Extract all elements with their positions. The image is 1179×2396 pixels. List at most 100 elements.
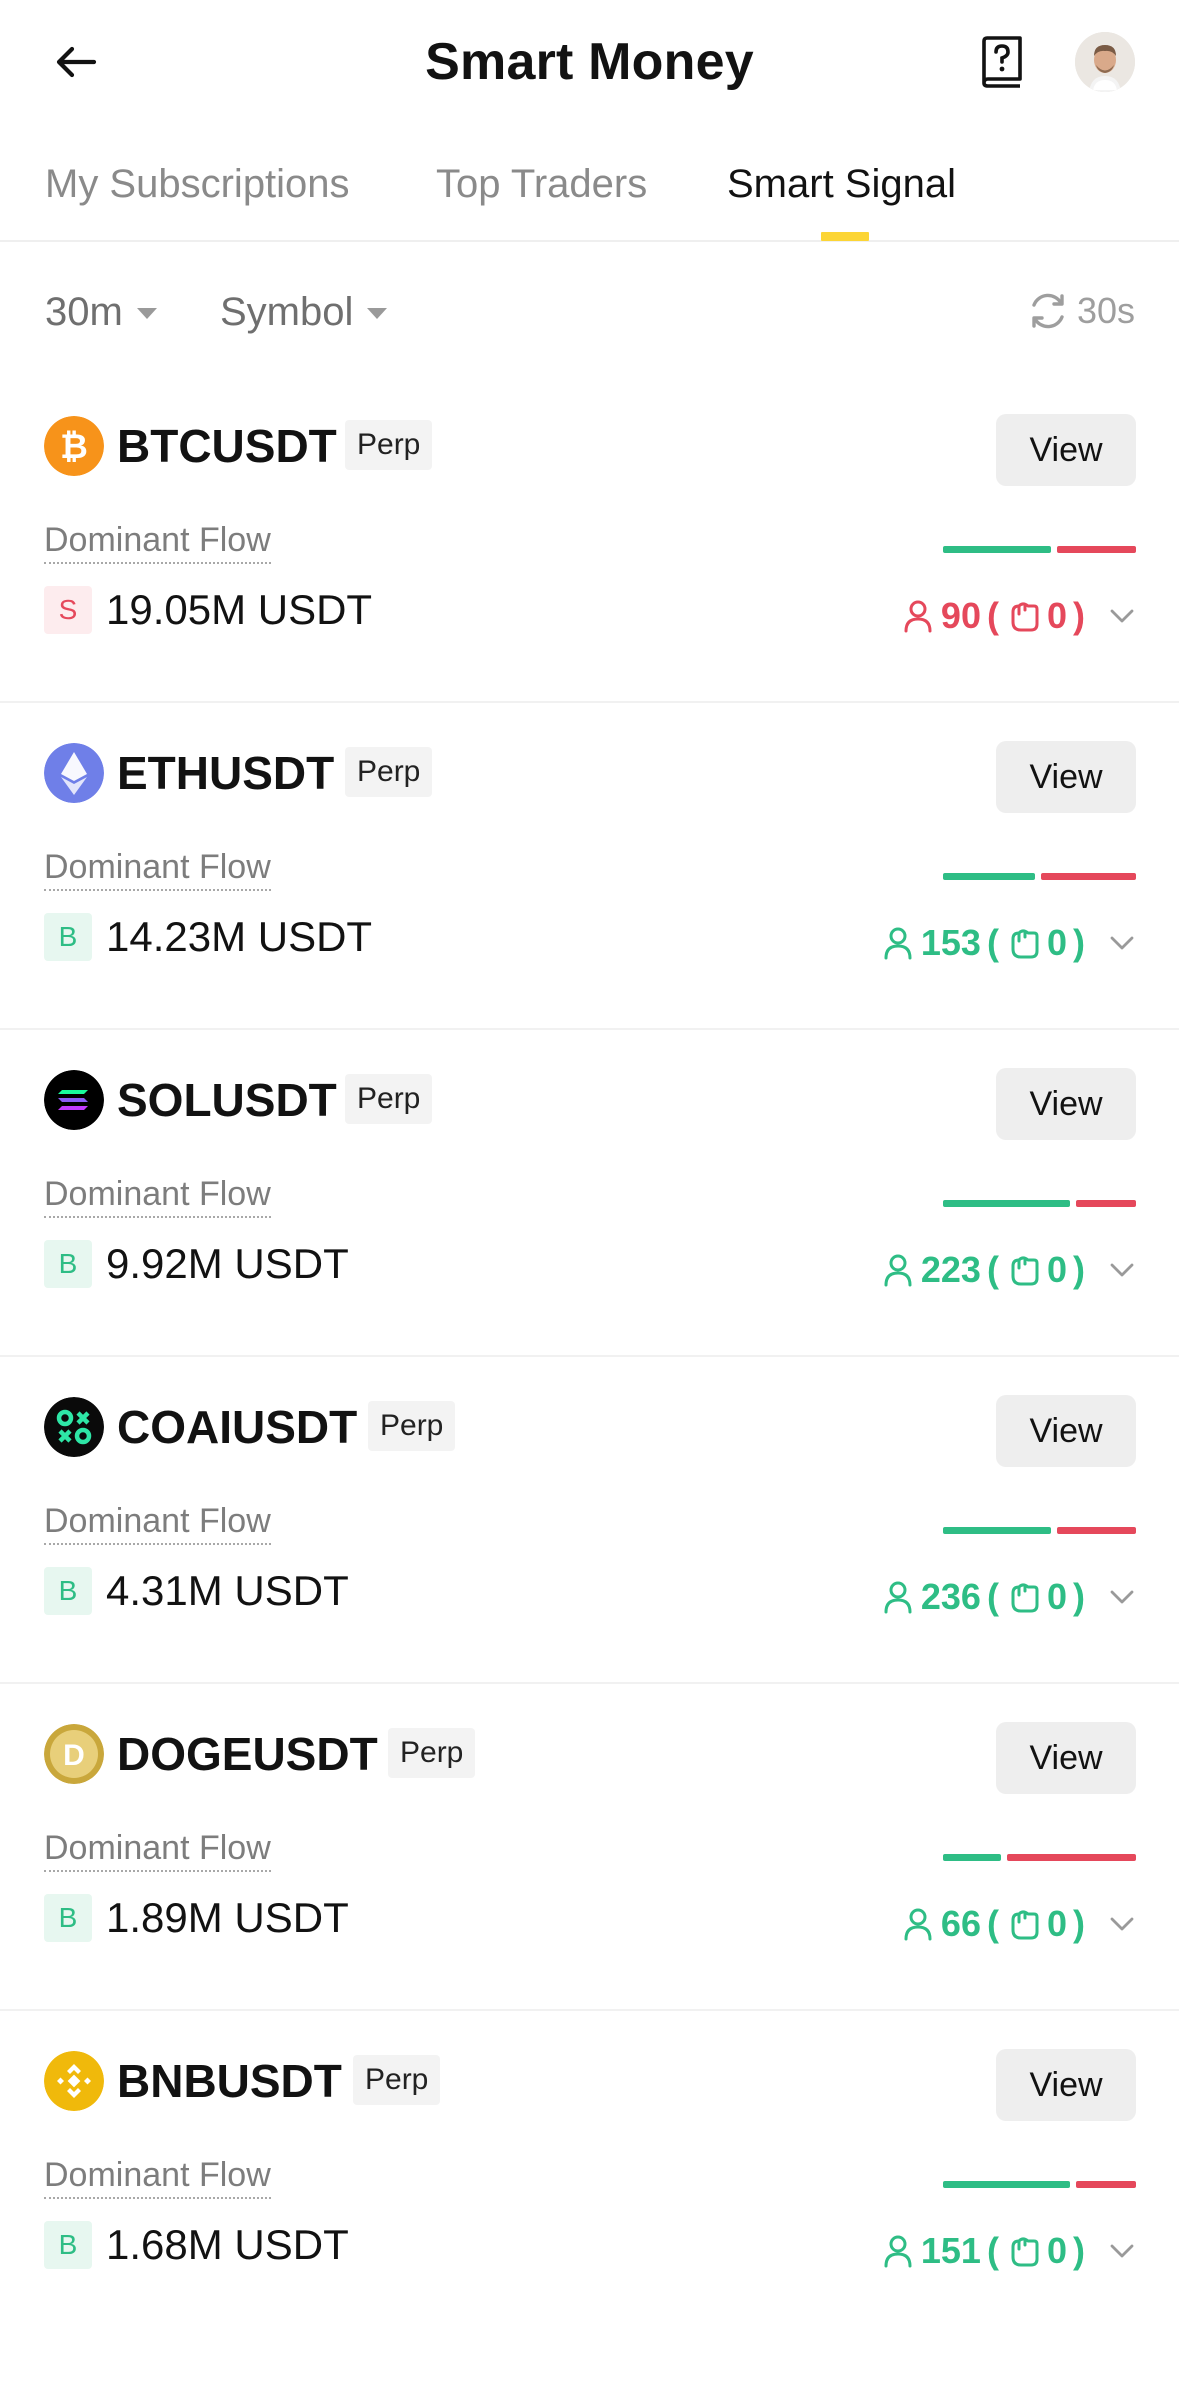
perp-badge: Perp (345, 747, 433, 797)
flow-ratio-bar (943, 1527, 1136, 1534)
view-button[interactable]: View (996, 1068, 1136, 1140)
perp-badge: Perp (388, 1728, 476, 1778)
refresh-button[interactable]: 30s (1025, 288, 1135, 334)
caret-down-icon (367, 308, 388, 319)
trader-count-toggle[interactable]: 90(0) (903, 586, 1135, 646)
person-icon (904, 1908, 932, 1941)
dominant-flow-label[interactable]: Dominant Flow (44, 1826, 271, 1872)
hand-icon (1011, 1910, 1039, 1940)
hand-count: 0 (1046, 922, 1067, 963)
flow-buy-segment (943, 873, 1035, 880)
flow-ratio-bar (943, 2181, 1136, 2188)
help-book-icon (982, 36, 1022, 88)
symbol-filter-label: Symbol (220, 290, 354, 334)
flow-ratio-bar (943, 873, 1136, 880)
side-badge: B (44, 1567, 92, 1615)
tab-top-traders[interactable]: Top Traders (436, 158, 647, 210)
view-button[interactable]: View (996, 741, 1136, 813)
doge-logo-icon: D (44, 1724, 104, 1784)
side-badge: B (44, 1240, 92, 1288)
signal-card[interactable]: ₿ BTCUSDT Perp View Dominant Flow S 19.05M USD… (0, 376, 1179, 703)
hand-count: 0 (1046, 1576, 1067, 1617)
trader-count-toggle[interactable]: 153(0) (883, 913, 1135, 973)
eth-logo-icon (44, 743, 104, 803)
flow-sell-segment (1076, 2181, 1136, 2188)
trader-count-toggle[interactable]: 151(0) (883, 2221, 1135, 2281)
bnb-logo-icon (44, 2051, 104, 2111)
hand-icon (1011, 1583, 1039, 1613)
active-tab-indicator (821, 232, 869, 241)
symbol-name: COAIUSDT (117, 1401, 358, 1453)
dominant-flow-label[interactable]: Dominant Flow (44, 518, 271, 564)
view-button[interactable]: View (996, 1722, 1136, 1794)
interval-value: 30m (45, 290, 123, 334)
flow-ratio-bar (943, 1200, 1136, 1207)
trader-count: 90 (940, 595, 981, 636)
side-badge: B (44, 913, 92, 961)
chevron-down-icon (1110, 609, 1134, 623)
chevron-down-icon (1110, 1590, 1134, 1604)
signal-card[interactable]: BNBUSDT Perp View Dominant Flow B 1.68M USDT 1… (0, 2011, 1179, 2338)
btc-logo-icon: ₿ (44, 416, 104, 476)
refresh-icon (1032, 293, 1064, 329)
person-icon (884, 2235, 912, 2268)
hand-icon (1011, 1256, 1039, 1286)
flow-sell-segment (1007, 1854, 1136, 1861)
chevron-down-icon (1110, 1917, 1134, 1931)
user-avatar-icon (1075, 32, 1135, 92)
trader-count-toggle[interactable]: 66(0) (903, 1894, 1135, 1954)
symbol-name: BTCUSDT (117, 420, 337, 472)
side-badge: B (44, 1894, 92, 1942)
flow-amount: 19.05M USDT (106, 586, 373, 633)
tab-my-subscriptions[interactable]: My Subscriptions (45, 158, 350, 210)
perp-badge: Perp (345, 420, 433, 470)
symbol-name: ETHUSDT (117, 747, 335, 799)
flow-amount: 1.89M USDT (106, 1894, 349, 1941)
symbol-name: SOLUSDT (117, 1074, 337, 1126)
interval-dropdown[interactable]: 30m (45, 288, 157, 336)
flow-ratio-bar (943, 1854, 1136, 1861)
trader-count: 151 (920, 2230, 981, 2271)
tab-smart-signal[interactable]: Smart Signal (727, 158, 956, 210)
app-header: Smart Money (0, 0, 1179, 125)
dominant-flow-label[interactable]: Dominant Flow (44, 845, 271, 891)
filter-bar: 30m Symbol 30s (0, 280, 1179, 344)
refresh-interval: 30s (1076, 290, 1135, 331)
flow-buy-segment (943, 1527, 1051, 1534)
person-icon (884, 1254, 912, 1287)
flow-buy-segment (943, 2181, 1070, 2188)
chevron-down-icon (1110, 1263, 1134, 1277)
flow-buy-segment (943, 546, 1051, 553)
symbol-dropdown[interactable]: Symbol (220, 288, 388, 336)
svg-text:₿: ₿ (60, 428, 88, 466)
flow-sell-segment (1057, 1527, 1136, 1534)
hand-count: 0 (1046, 2230, 1067, 2271)
tab-bar: My Subscriptions Top Traders Smart Signa… (0, 150, 1179, 242)
help-button[interactable] (972, 30, 1032, 94)
hand-icon (1011, 602, 1039, 632)
trader-count: 153 (920, 922, 981, 963)
dominant-flow-label[interactable]: Dominant Flow (44, 1499, 271, 1545)
perp-badge: Perp (353, 2055, 441, 2105)
avatar[interactable] (1075, 32, 1135, 92)
flow-sell-segment (1041, 873, 1136, 880)
signal-card[interactable]: D DOGEUSDT Perp View Dominant Flow B 1.89M USD… (0, 1684, 1179, 2011)
view-button[interactable]: View (996, 414, 1136, 486)
perp-badge: Perp (345, 1074, 433, 1124)
signal-card[interactable]: COAIUSDT Perp View Dominant Flow B 4.31M USDT… (0, 1357, 1179, 1684)
dominant-flow-label[interactable]: Dominant Flow (44, 2153, 271, 2199)
coai-logo-icon (44, 1397, 104, 1457)
trader-count-toggle[interactable]: 223(0) (883, 1240, 1135, 1300)
flow-sell-segment (1076, 1200, 1136, 1207)
trader-count-toggle[interactable]: 236(0) (883, 1567, 1135, 1627)
dominant-flow-label[interactable]: Dominant Flow (44, 1172, 271, 1218)
flow-buy-segment (943, 1200, 1070, 1207)
view-button[interactable]: View (996, 1395, 1136, 1467)
signal-card[interactable]: SOLUSDT Perp View Dominant Flow B 9.92M USDT 2… (0, 1030, 1179, 1357)
caret-down-icon (136, 308, 157, 319)
person-icon (904, 600, 932, 633)
view-button[interactable]: View (996, 2049, 1136, 2121)
signal-card[interactable]: ETHUSDT Perp View Dominant Flow B 14.23M USDT… (0, 703, 1179, 1030)
flow-amount: 4.31M USDT (106, 1567, 349, 1614)
hand-count: 0 (1046, 1903, 1067, 1944)
